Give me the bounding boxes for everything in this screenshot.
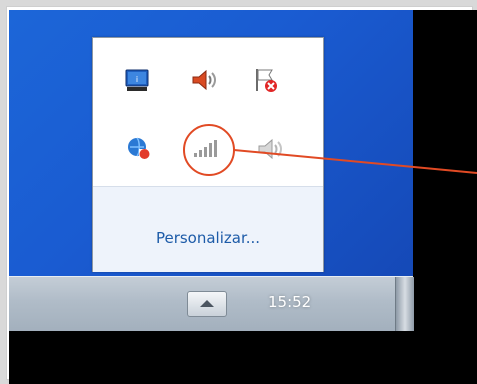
up-arrow-icon: [200, 300, 214, 307]
show-hidden-icons-button[interactable]: [187, 291, 227, 317]
popup-footer: Personalizar...: [93, 186, 323, 272]
speaker-icon[interactable]: [189, 66, 217, 94]
svg-text:i: i: [136, 75, 138, 84]
clock[interactable]: 15:52: [268, 293, 311, 311]
taskbar: 15:52: [9, 276, 414, 331]
callout-circle: [183, 124, 235, 176]
speaker-muted-icon[interactable]: [255, 135, 283, 163]
network-error-icon[interactable]: [125, 135, 153, 163]
black-area-right: [413, 10, 477, 340]
show-desktop-button[interactable]: [395, 277, 414, 331]
customize-link[interactable]: Personalizar...: [93, 229, 323, 247]
black-area-bottom: [9, 330, 477, 384]
flag-error-icon[interactable]: [251, 66, 279, 94]
monitor-icon[interactable]: i: [123, 66, 151, 94]
